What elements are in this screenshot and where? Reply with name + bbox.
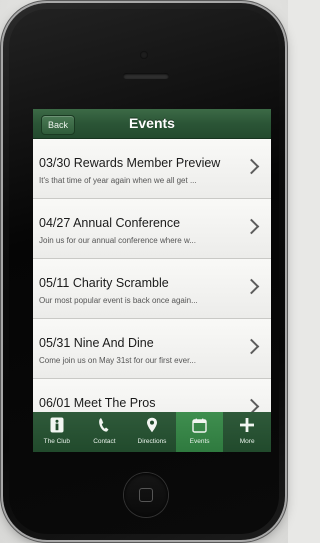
tab-contact[interactable]: Contact [81,412,129,452]
phone-icon [81,416,129,434]
tab-the-club[interactable]: The Club [33,412,81,452]
tab-label: Contact [93,438,116,445]
list-item-event-1[interactable]: 03/30 Rewards Member Preview It's that t… [33,139,271,199]
tab-label: Events [189,438,210,445]
tab-directions[interactable]: Directions [128,412,176,452]
back-button[interactable]: Back [41,115,75,135]
list-item-event-5[interactable]: 06/01 Meet The Pros [33,379,271,412]
event-description: Join us for our annual conference where … [39,236,196,245]
navigation-bar: Back Events [33,109,271,139]
app-screen: Back Events 03/30 Rewards Member Preview… [33,109,271,452]
calendar-icon [176,416,224,434]
home-square-icon [139,488,153,502]
event-description: It's that time of year again when we all… [39,176,197,185]
list-item-event-3[interactable]: 05/11 Charity Scramble Our most popular … [33,259,271,319]
event-description: Come join us on May 31st for our first e… [39,356,196,365]
event-title: 03/30 Rewards Member Preview [39,156,221,170]
chevron-right-icon [243,398,260,412]
chevron-right-icon [243,278,260,295]
list-item-event-2[interactable]: 04/27 Annual Conference Join us for our … [33,199,271,259]
location-pin-icon [128,416,176,434]
info-icon [33,416,81,434]
event-description: Our most popular event is back once agai… [39,296,198,305]
tab-label: The Club [43,438,70,445]
events-list: 03/30 Rewards Member Preview It's that t… [33,139,271,412]
event-title: 05/11 Charity Scramble [39,276,169,290]
event-title: 06/01 Meet The Pros [39,396,156,410]
page-title: Events [129,115,175,131]
background: Back Events 03/30 Rewards Member Preview… [0,0,288,543]
chevron-right-icon [243,338,260,355]
phone-frame: Back Events 03/30 Rewards Member Preview… [3,3,285,540]
chevron-right-icon [243,218,260,235]
event-title: 05/31 Nine And Dine [39,336,154,350]
chevron-right-icon [243,158,260,175]
plus-icon [223,416,271,434]
tab-more[interactable]: More [223,412,271,452]
tab-bar: The Club Contact Directions Events More [33,412,271,452]
speaker-grille [123,73,169,79]
tab-events[interactable]: Events [175,412,224,452]
home-button[interactable] [124,473,168,517]
list-item-event-4[interactable]: 05/31 Nine And Dine Come join us on May … [33,319,271,379]
event-title: 04/27 Annual Conference [39,216,181,230]
tab-label: Directions [137,438,167,445]
camera-icon [140,51,148,59]
tab-label: More [239,438,255,445]
